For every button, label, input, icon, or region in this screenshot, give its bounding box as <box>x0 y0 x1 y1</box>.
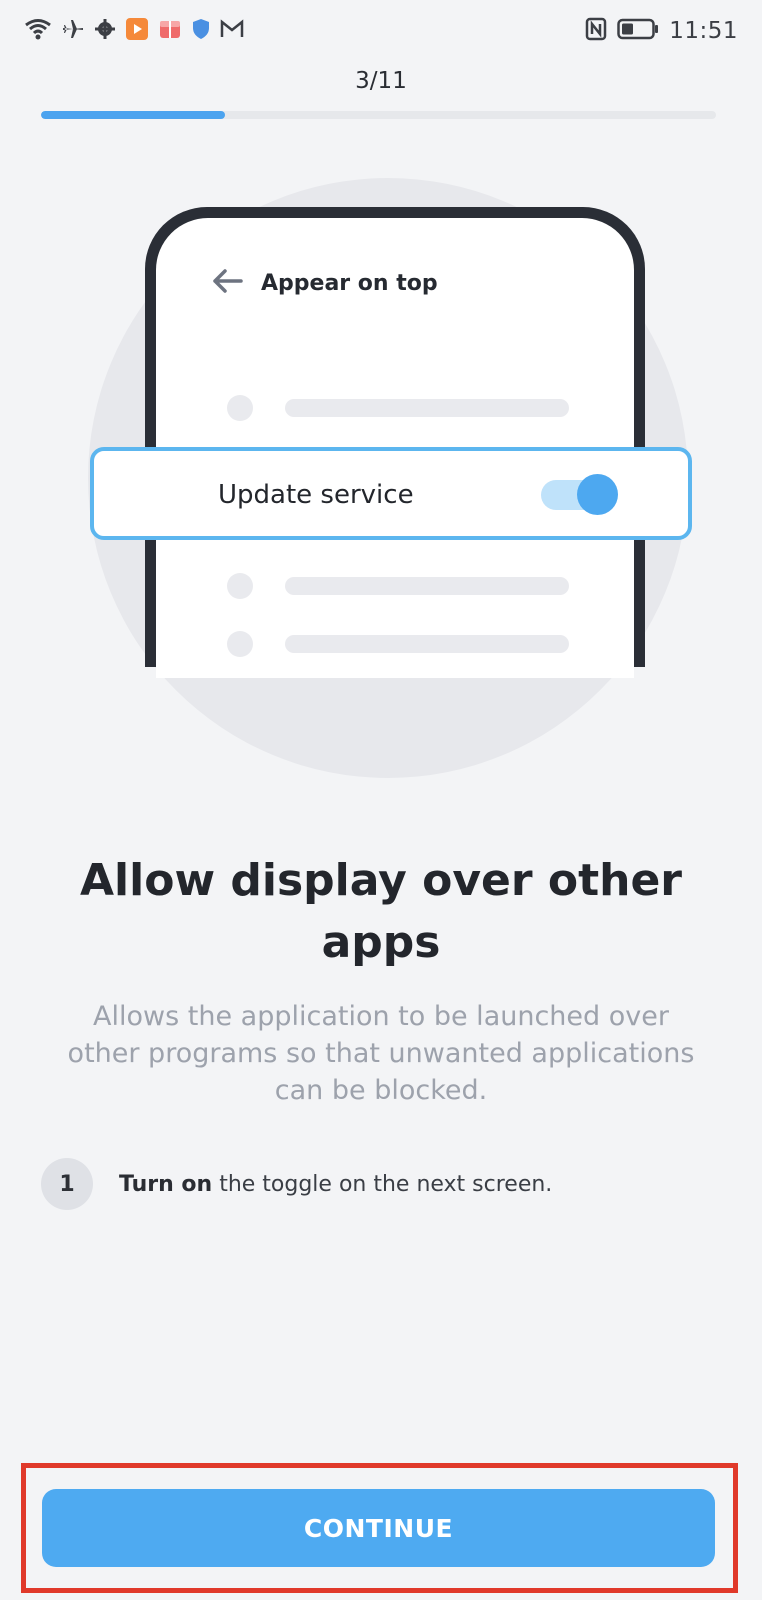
page-title: Allow display over other apps <box>80 855 682 968</box>
back-arrow-icon <box>211 268 243 298</box>
placeholder-line <box>285 577 569 595</box>
gift-app-icon <box>158 17 182 45</box>
toggle-thumb <box>577 474 618 515</box>
update-service-toggle <box>541 474 618 515</box>
status-bar-left <box>24 17 244 45</box>
placeholder-row <box>227 395 569 421</box>
placeholder-row <box>227 631 569 657</box>
step-counter: 3/11 <box>355 68 407 94</box>
progress-bar-fill <box>41 111 226 119</box>
mail-icon <box>220 19 244 43</box>
step-instruction-bold: Turn on <box>119 1171 213 1197</box>
continue-button[interactable]: CONTINUE <box>42 1489 715 1567</box>
placeholder-dot <box>227 573 253 599</box>
gear-icon <box>94 18 116 44</box>
instruction-step: 1 Turn on the toggle on the next screen. <box>41 1158 552 1210</box>
airplane-icon <box>61 17 85 45</box>
status-bar-right: 11:51 <box>585 17 738 45</box>
nfc-icon <box>585 17 607 45</box>
phone-header: Appear on top <box>211 268 438 298</box>
video-app-icon <box>125 17 149 45</box>
placeholder-line <box>285 635 569 653</box>
progress-bar <box>41 111 716 119</box>
step-number-badge: 1 <box>41 1158 93 1210</box>
toggle-label: Update service <box>218 480 414 510</box>
shield-icon <box>191 18 211 44</box>
phone-screen-title: Appear on top <box>261 270 438 296</box>
placeholder-dot <box>227 631 253 657</box>
wifi-icon <box>24 17 52 45</box>
clock-time: 11:51 <box>669 18 738 44</box>
battery-icon <box>617 18 659 44</box>
phone-illustration: Appear on top <box>145 207 645 678</box>
placeholder-row <box>227 573 569 599</box>
update-service-card: Update service <box>90 447 692 540</box>
placeholder-line <box>285 399 569 417</box>
step-instruction-rest: the toggle on the next screen. <box>212 1171 553 1197</box>
placeholder-dot <box>227 395 253 421</box>
status-bar: 11:51 <box>0 0 762 60</box>
page-description: Allows the application to be launched ov… <box>67 1001 695 1106</box>
step-instruction: Turn on the toggle on the next screen. <box>119 1172 552 1197</box>
